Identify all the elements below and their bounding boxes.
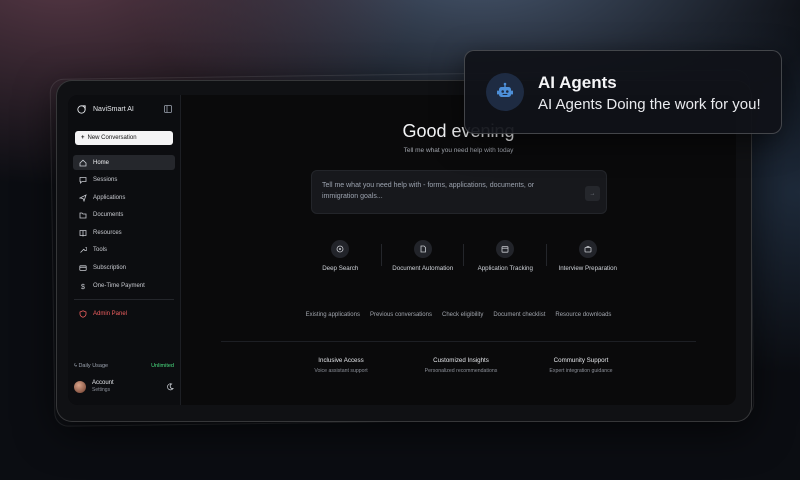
sidebar-toggle-icon[interactable] — [164, 105, 172, 113]
sidebar-item-label: Admin Panel — [93, 310, 128, 317]
card-icon — [79, 265, 87, 271]
send-icon — [79, 193, 87, 202]
sidebar-item-documents[interactable]: Documents — [73, 208, 175, 223]
footer-title: Inclusive Access — [318, 357, 364, 364]
sidebar-item-home[interactable]: Home — [73, 155, 175, 170]
feature-label: Interview Preparation — [558, 265, 617, 272]
callout-subtitle: AI Agents Doing the work for you! — [538, 96, 761, 113]
avatar — [74, 380, 86, 393]
feature-label: Document Automation — [392, 265, 454, 272]
sidebar-item-resources[interactable]: Resources — [73, 225, 175, 240]
arrow-right-icon: → — [589, 190, 596, 197]
dollar-icon: $ — [81, 284, 85, 290]
account-settings: Settings — [92, 387, 111, 393]
sidebar-item-tools[interactable]: Tools — [73, 243, 175, 258]
feature-deep-search[interactable]: Deep Search — [299, 240, 382, 272]
footer-community-support: Community Support Expert integration gui… — [521, 357, 641, 374]
briefcase-icon — [578, 240, 597, 258]
feature-label: Deep Search — [322, 265, 359, 272]
link-resource-downloads[interactable]: Resource downloads — [555, 312, 611, 318]
feature-application-tracking[interactable]: Application Tracking — [464, 240, 547, 272]
account-text: Account Settings — [92, 380, 114, 393]
link-previous-conversations[interactable]: Previous conversations — [370, 312, 432, 318]
sidebar-item-label: Tools — [93, 247, 108, 254]
footer-title: Community Support — [553, 357, 609, 364]
sidebar-item-admin-panel[interactable]: Admin Panel — [73, 306, 175, 321]
footer-desc: Voice assistant support — [314, 368, 368, 374]
feature-row: Deep Search Document Automation Applicat… — [299, 240, 629, 272]
footer-customized-insights: Customized Insights Personalized recomme… — [401, 357, 521, 374]
sidebar-item-applications[interactable]: Applications — [73, 190, 175, 205]
robot-icon — [486, 73, 524, 111]
usage-value: Unlimited — [151, 363, 174, 369]
logo-icon — [77, 104, 86, 114]
footer-desc: Expert integration guidance — [549, 368, 613, 374]
sidebar-item-subscription[interactable]: Subscription — [73, 261, 175, 276]
account-row[interactable]: Account Settings — [74, 380, 174, 393]
home-icon — [79, 159, 87, 166]
callout-title: AI Agents — [538, 73, 617, 92]
target-icon — [331, 240, 350, 258]
footer-desc: Personalized recommendations — [424, 368, 498, 374]
link-existing-applications[interactable]: Existing applications — [306, 312, 360, 318]
footer-features: Inclusive Access Voice assistant support… — [281, 357, 641, 374]
sidebar-nav: Home Sessions Applications Documents Res… — [68, 155, 180, 321]
main-panel: Good evening Tell me what you need help … — [181, 95, 736, 405]
sidebar-item-label: Resources — [93, 229, 122, 236]
quick-links: Existing applications Previous conversat… — [181, 312, 736, 318]
svg-text:$: $ — [81, 284, 85, 290]
brand-header: NaviSmart AI — [68, 97, 180, 121]
sidebar: NaviSmart AI + New Conversation Home Ses… — [68, 95, 181, 405]
plus-icon: + — [81, 135, 85, 141]
feature-label: Application Tracking — [477, 265, 533, 272]
document-icon — [413, 240, 432, 258]
link-document-checklist[interactable]: Document checklist — [493, 312, 545, 318]
usage-label-wrap: ϟ Daily Usage — [74, 363, 108, 369]
sidebar-item-one-time-payment[interactable]: $ One-Time Payment — [73, 278, 175, 293]
sidebar-divider — [74, 299, 174, 301]
app-name: NaviSmart AI — [93, 105, 134, 113]
ai-agents-callout: AI Agents AI Agents Doing the work for y… — [464, 50, 782, 134]
sidebar-item-label: One-Time Payment — [93, 282, 145, 289]
calendar-icon — [496, 240, 515, 258]
feature-document-automation[interactable]: Document Automation — [382, 240, 464, 272]
account-title: Account — [92, 380, 114, 386]
feature-interview-preparation[interactable]: Interview Preparation — [547, 240, 630, 272]
footer-divider — [221, 341, 696, 342]
app-window: NaviSmart AI + New Conversation Home Ses… — [68, 95, 736, 405]
sidebar-item-label: Applications — [93, 194, 126, 201]
daily-usage: ϟ Daily Usage Unlimited — [74, 363, 174, 369]
sidebar-item-label: Sessions — [93, 177, 118, 184]
prompt-input[interactable]: Tell me what you need help with - forms,… — [311, 170, 607, 214]
greeting-subtitle: Tell me what you need help with today — [403, 147, 514, 154]
shield-icon — [79, 310, 87, 318]
moon-icon[interactable] — [166, 382, 174, 391]
prompt-placeholder: Tell me what you need help with - forms,… — [322, 182, 535, 200]
wrench-icon — [80, 247, 87, 254]
new-conversation-label: New Conversation — [87, 135, 137, 141]
sidebar-item-label: Documents — [93, 212, 124, 219]
chat-icon — [79, 177, 87, 185]
folder-icon — [79, 212, 87, 219]
book-icon — [79, 229, 87, 237]
sidebar-item-sessions[interactable]: Sessions — [73, 173, 175, 188]
new-conversation-button[interactable]: + New Conversation — [75, 131, 173, 145]
sidebar-item-label: Subscription — [93, 265, 127, 272]
link-check-eligibility[interactable]: Check eligibility — [442, 312, 483, 318]
sidebar-item-label: Home — [93, 159, 110, 166]
footer-title: Customized Insights — [433, 357, 489, 364]
send-button[interactable]: → — [585, 186, 600, 201]
usage-label: Daily Usage — [78, 363, 109, 369]
footer-inclusive-access: Inclusive Access Voice assistant support — [281, 357, 401, 374]
